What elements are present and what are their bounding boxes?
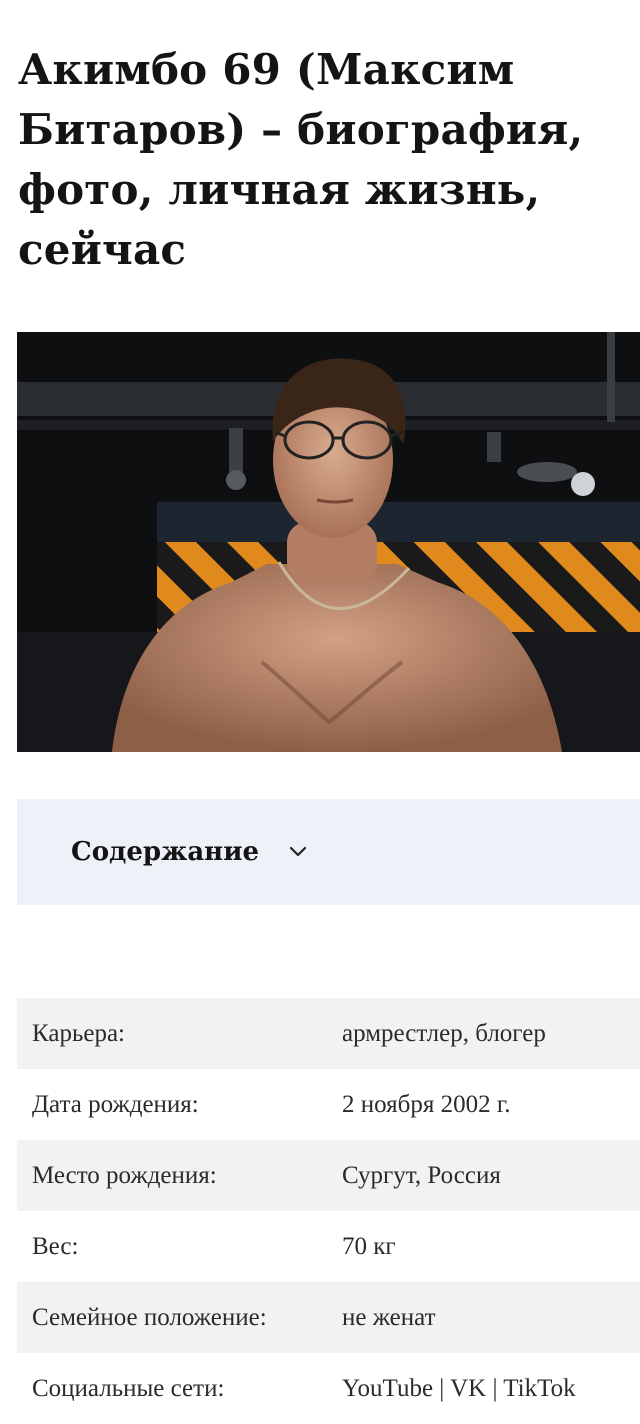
row-label-marital-status: Семейное положение:	[17, 1282, 332, 1353]
bio-info-table: Карьера: армрестлер, блогер Дата рождени…	[17, 998, 640, 1424]
photo-illustration	[17, 332, 640, 752]
row-value-birthplace: Сургут, Россия	[332, 1140, 640, 1211]
row-label-social: Социальные сети:	[32, 1374, 225, 1402]
row-label-career: Карьера:	[17, 998, 332, 1069]
table-row: Семейное положение: не женат	[17, 1282, 640, 1353]
table-row: Место рождения: Сургут, Россия	[17, 1140, 640, 1211]
youtube-link[interactable]: YouTube	[342, 1375, 433, 1402]
link-separator: |	[433, 1374, 451, 1402]
tiktok-link[interactable]: TikTok	[503, 1375, 575, 1402]
hero-photo	[17, 332, 640, 752]
row-value-social-links: YouTube | VK | TikTok	[332, 1353, 640, 1424]
row-label-birthplace: Место рождения:	[17, 1140, 332, 1211]
row-label-birthdate: Дата рождения:	[32, 1090, 199, 1118]
row-value-weight: 70 кг	[342, 1232, 396, 1260]
table-row: Дата рождения: 2 ноября 2002 г.	[17, 1069, 640, 1140]
row-value-marital-status: не женат	[332, 1282, 640, 1353]
toc-label: Содержание	[71, 837, 260, 867]
table-row: Карьера: армрестлер, блогер	[17, 998, 640, 1069]
vk-link[interactable]: VK	[450, 1375, 486, 1402]
page-title: Акимбо 69 (Максим Битаров) – биография, …	[18, 45, 584, 274]
table-of-contents-toggle[interactable]: Содержание	[17, 799, 640, 905]
link-separator: |	[486, 1374, 504, 1402]
chevron-down-icon	[289, 846, 307, 857]
row-label-weight: Вес:	[32, 1232, 79, 1260]
row-value-birthdate: 2 ноября 2002 г.	[342, 1090, 511, 1118]
row-value-career: армрестлер, блогер	[332, 998, 640, 1069]
table-row: Вес: 70 кг	[17, 1211, 640, 1282]
table-row: Социальные сети: YouTube | VK | TikTok	[17, 1353, 640, 1424]
